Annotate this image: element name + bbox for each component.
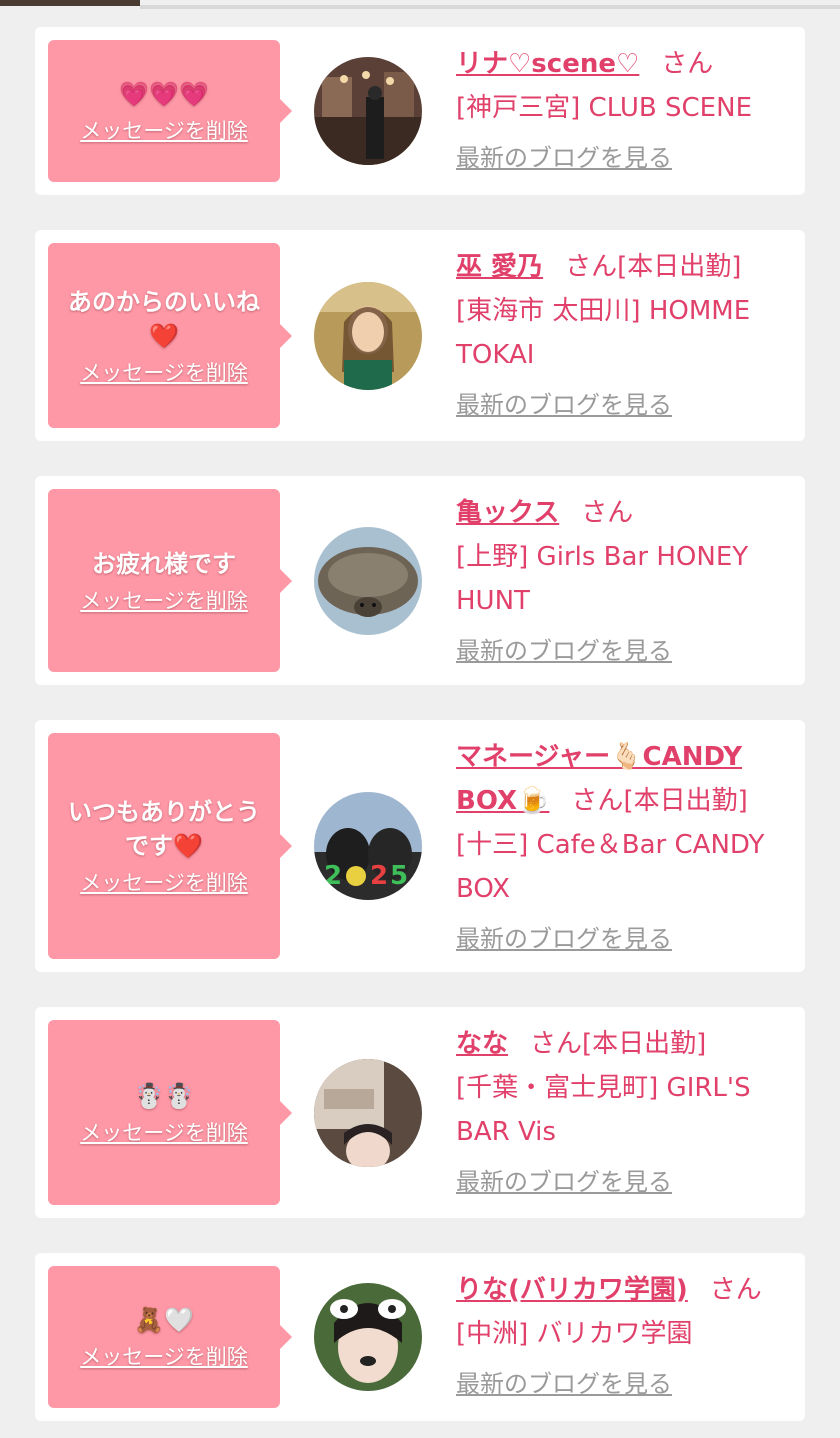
svg-text:2: 2 — [370, 861, 388, 891]
honorific: さん — [530, 1029, 583, 1059]
avatar[interactable] — [314, 1283, 422, 1391]
avatar[interactable] — [314, 1058, 422, 1167]
message-card: 💗💗💗 メッセージを削除 リナ♡scene♡ さん [神戸三宮] CLUB SC… — [35, 27, 805, 195]
message-card: あのからのいいね ❤️ メッセージを削除 巫 愛乃 さん[本日出勤] [東海市 太… — [35, 230, 805, 441]
delete-message-link[interactable]: メッセージを削除 — [80, 1117, 248, 1147]
message-bubble: 💗💗💗 メッセージを削除 — [48, 40, 292, 182]
cast-name-link[interactable]: 亀ックス — [456, 498, 559, 528]
shop-label: [神戸三宮] CLUB SCENE — [456, 93, 752, 123]
cast-info: リナ♡scene♡ さん [神戸三宮] CLUB SCENE 最新のブログを見る — [456, 40, 793, 182]
delete-message-link[interactable]: メッセージを削除 — [80, 115, 248, 145]
message-text: ☃️☃️ — [134, 1081, 194, 1110]
avatar-container — [280, 1266, 456, 1408]
honorific: さん — [571, 786, 624, 816]
latest-blog-link[interactable]: 最新のブログを見る — [456, 629, 672, 673]
cast-name-link[interactable]: りな(バリカワ学園) — [456, 1275, 688, 1305]
honorific: さん — [581, 498, 634, 528]
latest-blog-link[interactable]: 最新のブログを見る — [456, 1362, 672, 1406]
avatar-container — [280, 243, 456, 428]
avatar-container: 2 2 5 — [280, 733, 456, 959]
cast-name-link[interactable]: なな — [456, 1029, 508, 1059]
shop-label: [千葉・富士見町] GIRL'S BAR Vis — [456, 1073, 751, 1147]
message-text: あのからのいいね ❤️ — [68, 287, 260, 350]
delete-message-link[interactable]: メッセージを削除 — [80, 867, 248, 897]
cast-name-link[interactable]: リナ♡scene♡ — [456, 49, 639, 79]
message-card: 🧸🤍 メッセージを削除 りな(バリカワ学園) さん [中洲] バリカワ学園 最新… — [35, 1253, 805, 1421]
latest-blog-link[interactable]: 最新のブログを見る — [456, 917, 672, 961]
avatar-container — [280, 40, 456, 182]
avatar-container — [280, 1020, 456, 1205]
message-bubble: お疲れ様です メッセージを削除 — [48, 489, 292, 672]
message-text: 💗💗💗 — [119, 80, 209, 108]
shop-label: [東海市 太田川] HOMME TOKAI — [456, 296, 751, 370]
status-label: [本日出勤] — [623, 786, 748, 816]
top-bar — [0, 0, 840, 14]
message-card: お疲れ様です メッセージを削除 亀ックス さん [上野] Girls Bar HO… — [35, 476, 805, 685]
message-bubble: いつもありがとう です❤️ メッセージを削除 — [48, 733, 292, 959]
avatar[interactable] — [314, 57, 422, 165]
top-bar-divider — [140, 5, 840, 9]
message-card: いつもありがとう です❤️ メッセージを削除 2 2 5 マネージャー🫰🏻CAN — [35, 720, 805, 972]
message-card: ☃️☃️ メッセージを削除 なな さん[本日出勤] [千葉・富士見町] GIRL'… — [35, 1007, 805, 1218]
message-bubble: 🧸🤍 メッセージを削除 — [48, 1266, 292, 1408]
cast-name-link[interactable]: 巫 愛乃 — [456, 252, 543, 282]
message-bubble: ☃️☃️ メッセージを削除 — [48, 1020, 292, 1205]
honorific: さん — [661, 49, 714, 79]
message-text: いつもありがとう です❤️ — [68, 798, 260, 860]
cast-info: なな さん[本日出勤] [千葉・富士見町] GIRL'S BAR Vis 最新のブ… — [456, 1020, 793, 1205]
cast-info: 巫 愛乃 さん[本日出勤] [東海市 太田川] HOMME TOKAI 最新のブロ… — [456, 243, 793, 428]
status-label: [本日出勤] — [617, 252, 742, 282]
shop-label: [上野] Girls Bar HONEY HUNT — [456, 542, 749, 616]
delete-message-link[interactable]: メッセージを削除 — [80, 1341, 248, 1371]
cast-info: 亀ックス さん [上野] Girls Bar HONEY HUNT 最新のブログを… — [456, 489, 793, 672]
avatar[interactable]: 2 2 5 — [314, 792, 422, 900]
shop-label: [十三] Cafe＆Bar CANDY BOX — [456, 830, 765, 904]
cast-info: マネージャー🫰🏻CANDY BOX🍺 さん[本日出勤] [十三] Cafe＆Bar… — [456, 733, 793, 959]
honorific: さん — [709, 1275, 762, 1305]
delete-message-link[interactable]: メッセージを削除 — [80, 357, 248, 387]
avatar[interactable] — [314, 526, 422, 635]
latest-blog-link[interactable]: 最新のブログを見る — [456, 1160, 672, 1204]
status-label: [本日出勤] — [582, 1029, 707, 1059]
avatar[interactable] — [314, 281, 422, 390]
latest-blog-link[interactable]: 最新のブログを見る — [456, 136, 672, 180]
svg-text:2: 2 — [324, 861, 342, 891]
avatar-container — [280, 489, 456, 672]
message-list: 💗💗💗 メッセージを削除 リナ♡scene♡ さん [神戸三宮] CLUB SC… — [0, 14, 840, 1421]
honorific: さん — [565, 252, 618, 282]
message-bubble: あのからのいいね ❤️ メッセージを削除 — [48, 243, 292, 428]
cast-info: りな(バリカワ学園) さん [中洲] バリカワ学園 最新のブログを見る — [456, 1266, 793, 1408]
message-text: お疲れ様です — [92, 549, 236, 578]
delete-message-link[interactable]: メッセージを削除 — [80, 585, 248, 615]
top-bar-tab — [0, 0, 140, 6]
message-text: 🧸🤍 — [134, 1306, 194, 1334]
latest-blog-link[interactable]: 最新のブログを見る — [456, 383, 672, 427]
shop-label: [中洲] バリカワ学園 — [456, 1319, 693, 1349]
svg-text:5: 5 — [390, 861, 408, 891]
